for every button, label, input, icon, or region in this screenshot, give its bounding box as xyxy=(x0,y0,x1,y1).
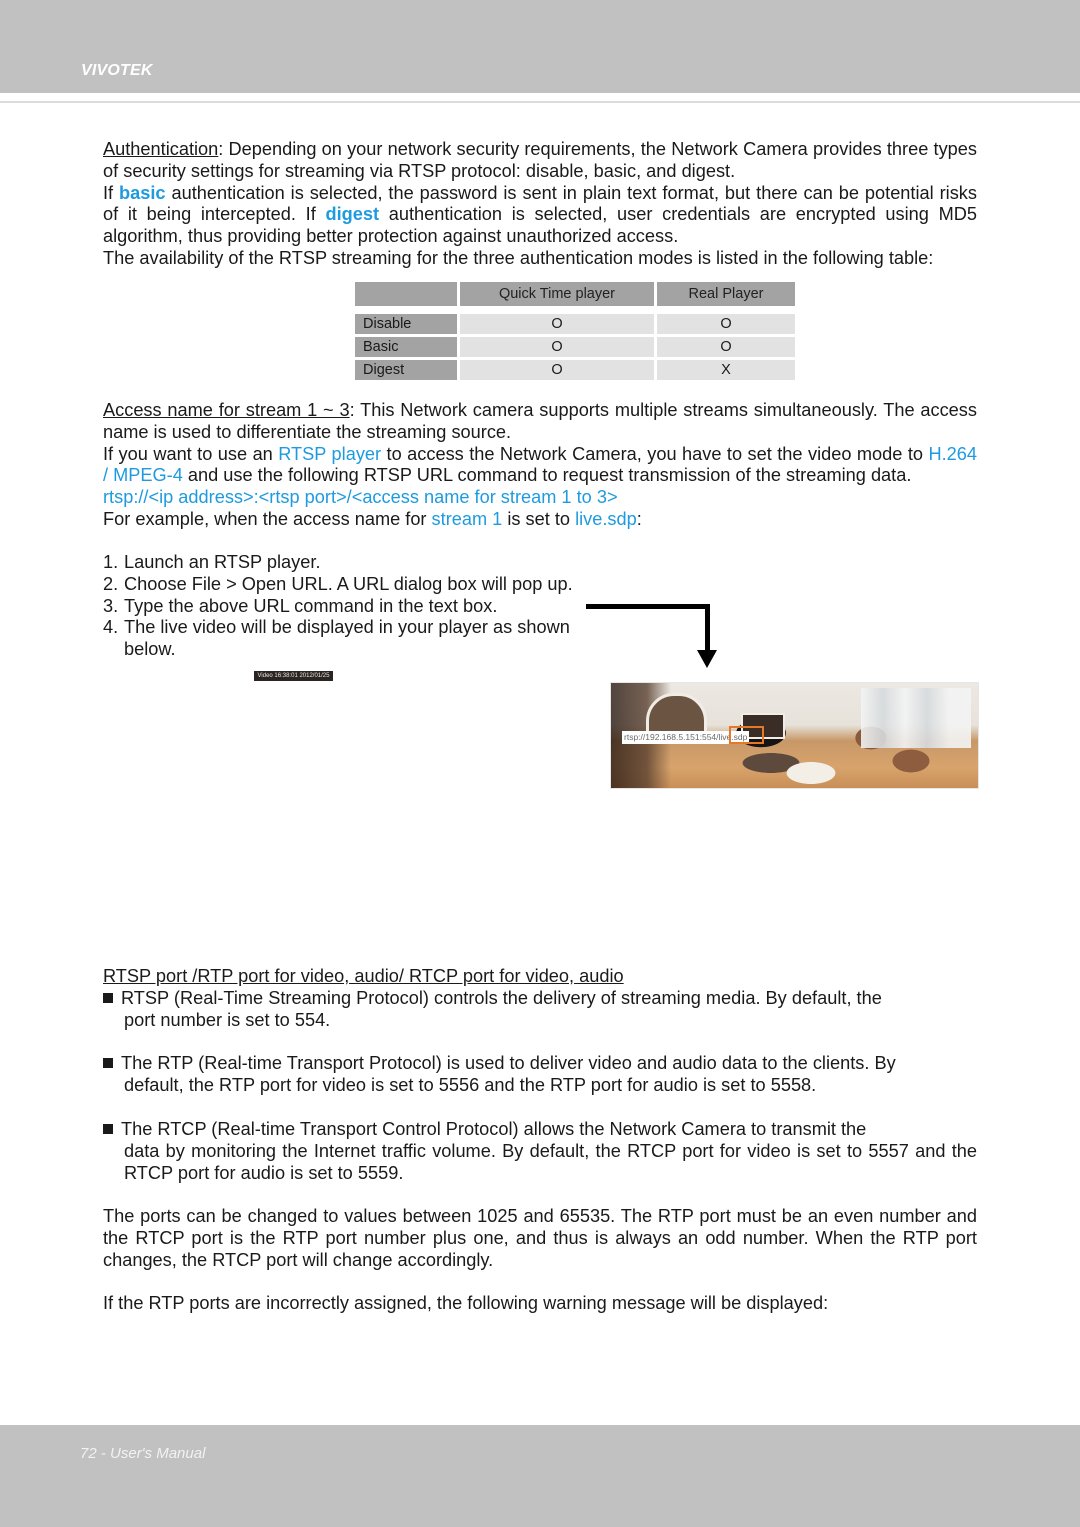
stream-keyword: stream 1 xyxy=(431,508,503,529)
bullet-item: The RTP (Real-time Transport Protocol) i… xyxy=(103,1053,977,1097)
table-header-quicktime: Quick Time player xyxy=(460,282,654,306)
warning-note: If the RTP ports are incorrectly assigne… xyxy=(103,1293,829,1313)
video-timestamp-caption: Video 16:38:01 2012/01/25 xyxy=(254,671,333,681)
step-number: 2. xyxy=(103,573,119,594)
table-row: Digest O X xyxy=(355,360,795,380)
rtsp-url-template: rtsp://<ip address>:<rtsp port>/<access … xyxy=(103,487,618,508)
bullet-square-icon xyxy=(103,993,113,1003)
rtsp-player-keyword: RTSP player xyxy=(278,443,382,464)
step-text: below. xyxy=(124,639,176,660)
list-item: below. xyxy=(103,639,573,661)
basic-keyword: basic xyxy=(119,182,166,203)
bullet-text: The RTP (Real-time Transport Protocol) i… xyxy=(121,1053,896,1073)
step-text: Launch an RTSP player. xyxy=(124,552,321,572)
access-name-highlight-box xyxy=(729,726,764,744)
header-divider xyxy=(0,101,1080,103)
text: If you want to use an xyxy=(103,443,279,464)
table-cell-quicktime: O xyxy=(460,337,654,357)
table-row: Disable O O xyxy=(355,314,795,334)
step-text: Type the above URL command in the text b… xyxy=(124,595,498,616)
table-row-mode: Disable xyxy=(355,314,457,334)
step-text: The live video will be displayed in your… xyxy=(124,617,570,638)
bullet-item: The RTCP (Real-time Transport Control Pr… xyxy=(103,1119,977,1184)
digest-keyword: digest xyxy=(325,204,380,225)
step-number xyxy=(103,639,124,661)
text: and use the following RTSP URL command t… xyxy=(182,465,912,486)
brand-logo: VIVOTEK xyxy=(81,62,153,79)
page-footer: 72 - User's Manual xyxy=(0,1425,1080,1527)
list-item: 2. Choose File > Open URL. A URL dialog b… xyxy=(103,574,573,596)
table-cell-realplayer: O xyxy=(657,337,795,357)
access-name-paragraph: Access name for stream 1 ~ 3: This Netwo… xyxy=(103,400,977,531)
access-name-example: live.sdp xyxy=(575,508,637,529)
text: : xyxy=(636,508,642,529)
page-header: VIVOTEK xyxy=(0,0,1080,93)
steps-list: 1. Launch an RTSP player. 2. Choose File >… xyxy=(103,552,573,661)
bullet-text: RTSP (Real-Time Streaming Protocol) cont… xyxy=(121,988,882,1008)
authentication-term: Authentication xyxy=(103,139,219,159)
bullet-square-icon xyxy=(103,1124,113,1134)
bullet-text-continued: data by monitoring the Internet traffic … xyxy=(124,1140,977,1183)
table-header-row: Quick Time player Real Player xyxy=(355,282,795,306)
bullet-square-icon xyxy=(103,1058,113,1068)
port-range-note: The ports can be changed to values betwe… xyxy=(103,1206,977,1270)
step-text: Choose File > Open URL. A URL dialog box… xyxy=(124,573,573,594)
table-row-mode: Basic xyxy=(355,337,457,357)
text: is set to xyxy=(502,508,576,529)
snapshot-decor xyxy=(861,688,971,748)
step-number: 4. xyxy=(103,617,119,638)
step-number: 3. xyxy=(103,595,119,616)
list-item: 4. The live video will be displayed in yo… xyxy=(103,617,573,639)
arrow-line-vertical xyxy=(705,604,710,654)
availability-text: The availability of the RTSP streaming f… xyxy=(103,247,934,268)
ports-heading-text: RTSP port /RTP port for video, audio/ RT… xyxy=(103,966,624,986)
table-header-empty xyxy=(355,282,457,306)
authentication-intro: : Depending on your network security req… xyxy=(103,139,977,181)
text: For example, when the access name for xyxy=(103,508,432,529)
table-cell-quicktime: O xyxy=(460,360,654,380)
table-cell-realplayer: X xyxy=(657,360,795,380)
access-name-term: Access name for stream 1 ~ 3 xyxy=(103,400,350,420)
table-row: Basic O O xyxy=(355,337,795,357)
arrow-line-horizontal xyxy=(586,604,710,609)
authentication-paragraph: Authentication: Depending on your networ… xyxy=(103,139,977,270)
bullet-text-continued: default, the RTP port for video is set t… xyxy=(124,1074,817,1095)
step-number: 1. xyxy=(103,552,119,572)
table-header-realplayer: Real Player xyxy=(657,282,795,306)
text: If xyxy=(103,182,120,203)
list-item: 1. Launch an RTSP player. xyxy=(103,552,573,574)
bullet-text-continued: port number is set to 554. xyxy=(124,1009,331,1030)
auth-mode-table: Quick Time player Real Player Disable O … xyxy=(352,279,798,383)
bullet-item: RTSP (Real-Time Streaming Protocol) cont… xyxy=(103,988,977,1032)
arrow-down-icon xyxy=(697,650,717,668)
list-item: 3. Type the above URL command in the text… xyxy=(103,596,573,618)
ports-heading: RTSP port /RTP port for video, audio/ RT… xyxy=(103,966,977,988)
bullet-text: The RTCP (Real-time Transport Control Pr… xyxy=(121,1119,867,1139)
table-cell-realplayer: O xyxy=(657,314,795,334)
page-number-label: 72 - User's Manual xyxy=(80,1445,206,1462)
live-video-snapshot: rtsp://192.168.5.151:554/live.sdp xyxy=(610,682,979,789)
table-cell-quicktime: O xyxy=(460,314,654,334)
table-row-mode: Digest xyxy=(355,360,457,380)
text: to access the Network Camera, you have t… xyxy=(381,443,929,464)
